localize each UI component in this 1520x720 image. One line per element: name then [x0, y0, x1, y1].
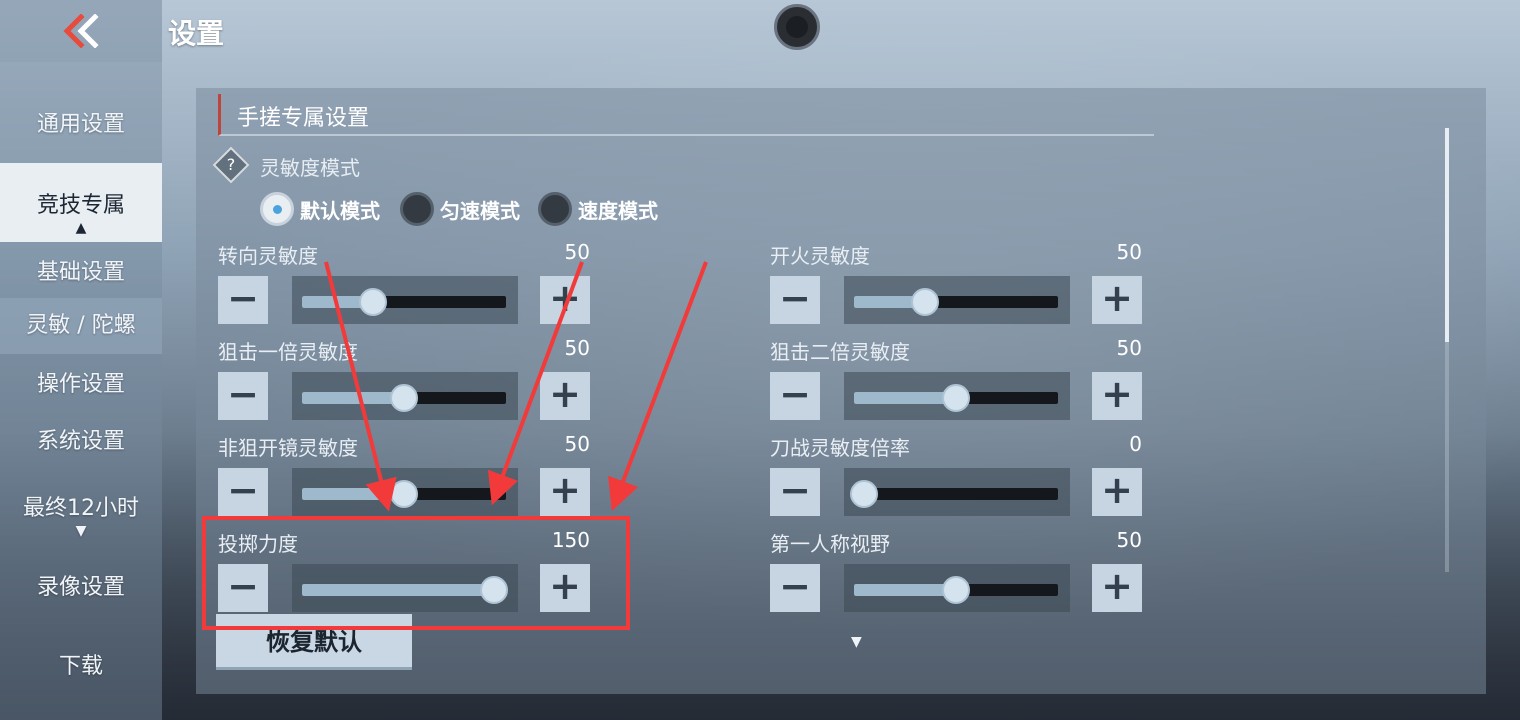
annotation-arrow: [608, 261, 708, 512]
annotation-arrow: [487, 261, 584, 506]
annotation-arrow: [324, 261, 397, 512]
annotation-arrows: [324, 261, 708, 512]
